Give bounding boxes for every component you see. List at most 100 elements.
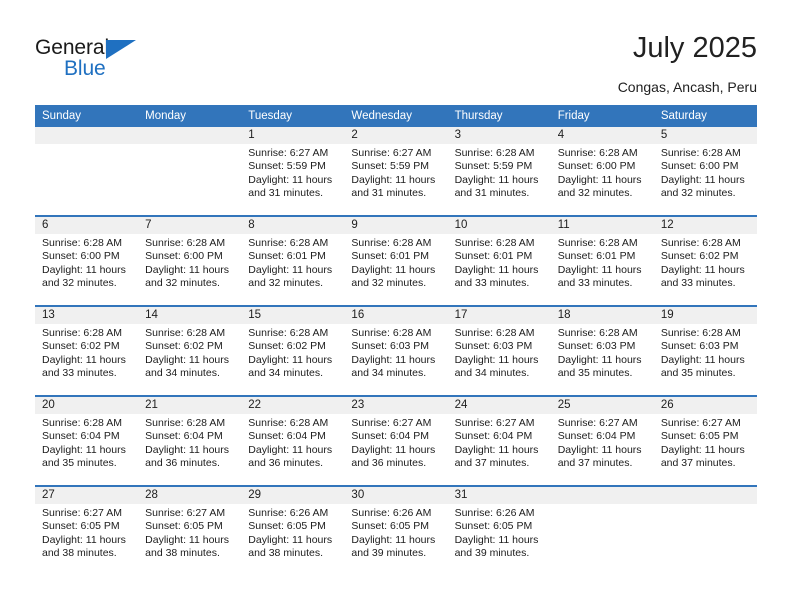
day-detail-line: Sunrise: 6:27 AM xyxy=(454,417,535,429)
calendar-week-row: 20 Sunrise: 6:28 AM Sunset: 6:04 PM Dayligh… xyxy=(35,395,757,486)
day-detail-line: Daylight: 11 hours xyxy=(660,353,745,366)
calendar-day-cell[interactable]: 25 Sunrise: 6:27 AM Sunset: 6:04 PM Dayligh… xyxy=(550,395,654,486)
day-details: Sunrise: 6:26 AM Sunset: 6:05 PM Daylight:… xyxy=(448,504,551,560)
calendar-day-cell[interactable]: 29 Sunrise: 6:26 AM Sunset: 6:05 PM Dayligh… xyxy=(241,485,345,575)
day-detail-line: Sunset: 6:03 PM xyxy=(660,340,739,353)
day-detail-line: and 32 minutes. xyxy=(145,276,220,289)
day-number: 25 xyxy=(550,397,654,414)
calendar-day-cell[interactable]: 12 Sunrise: 6:28 AM Sunset: 6:02 PM Dayligh… xyxy=(653,215,757,306)
day-details: Sunrise: 6:27 AM Sunset: 5:59 PM Daylight:… xyxy=(344,144,447,200)
day-detail-line: Sunrise: 6:27 AM xyxy=(660,417,741,429)
day-detail-line: and 36 minutes. xyxy=(351,456,427,469)
day-details: Sunrise: 6:27 AM Sunset: 6:04 PM Daylight:… xyxy=(448,414,551,470)
day-detail-line: and 33 minutes. xyxy=(42,366,117,379)
day-details: Sunrise: 6:27 AM Sunset: 6:04 PM Daylight:… xyxy=(551,414,654,470)
calendar-day-cell[interactable]: 13 Sunrise: 6:28 AM Sunset: 6:02 PM Dayligh… xyxy=(35,305,139,396)
day-number: 8 xyxy=(241,217,345,234)
day-detail-line: Daylight: 11 hours xyxy=(454,173,539,186)
day-detail-line: Daylight: 11 hours xyxy=(557,443,642,456)
day-details: Sunrise: 6:28 AM Sunset: 5:59 PM Daylight:… xyxy=(448,144,551,200)
day-detail-line: and 33 minutes. xyxy=(660,276,736,289)
calendar-day-cell[interactable]: 26 Sunrise: 6:27 AM Sunset: 6:05 PM Dayligh… xyxy=(653,395,757,486)
calendar-day-cell[interactable]: 19 Sunrise: 6:28 AM Sunset: 6:03 PM Dayligh… xyxy=(653,305,757,396)
day-detail-line: and 33 minutes. xyxy=(557,276,633,289)
day-detail-line: Sunrise: 6:28 AM xyxy=(351,327,432,339)
day-detail-line: Sunset: 5:59 PM xyxy=(248,160,326,173)
day-detail-line: Sunset: 6:02 PM xyxy=(145,340,223,353)
day-detail-line: Sunset: 6:04 PM xyxy=(557,430,636,443)
calendar-day-cell[interactable]: 9 Sunrise: 6:28 AM Sunset: 6:01 PM Daylight… xyxy=(344,215,448,306)
day-detail-line: Sunset: 6:04 PM xyxy=(454,430,533,443)
calendar-day-cell[interactable]: 2 Sunrise: 6:27 AM Sunset: 5:59 PM Daylight… xyxy=(344,127,448,216)
day-number: 28 xyxy=(138,487,242,504)
calendar-day-cell[interactable]: 22 Sunrise: 6:28 AM Sunset: 6:04 PM Dayligh… xyxy=(241,395,345,486)
calendar-table: Sunday Monday Tuesday Wednesday Thursday Frid… xyxy=(35,105,757,575)
calendar-day-cell[interactable]: 7 Sunrise: 6:28 AM Sunset: 6:00 PM Daylight… xyxy=(138,215,242,306)
day-detail-line: Sunrise: 6:28 AM xyxy=(248,417,329,429)
day-detail-line: Daylight: 11 hours xyxy=(248,263,333,276)
calendar-day-cell[interactable]: 27 Sunrise: 6:27 AM Sunset: 6:05 PM Dayligh… xyxy=(35,485,139,575)
day-number: 26 xyxy=(653,397,757,414)
calendar-day-cell[interactable]: 14 Sunrise: 6:28 AM Sunset: 6:02 PM Dayligh… xyxy=(138,305,242,396)
calendar-day-cell[interactable]: 11 Sunrise: 6:28 AM Sunset: 6:01 PM Dayligh… xyxy=(550,215,654,306)
page-subtitle-location: Congas, Ancash, Peru xyxy=(617,79,757,95)
calendar-day-cell[interactable]: 10 Sunrise: 6:28 AM Sunset: 6:01 PM Dayligh… xyxy=(447,215,551,306)
day-detail-line: and 32 minutes. xyxy=(660,186,736,199)
calendar-day-cell[interactable]: 23 Sunrise: 6:27 AM Sunset: 6:04 PM Dayligh… xyxy=(344,395,448,486)
day-detail-line: Sunrise: 6:28 AM xyxy=(557,147,638,159)
calendar-week-row: 27 Sunrise: 6:27 AM Sunset: 6:05 PM Dayligh… xyxy=(35,485,757,575)
day-number xyxy=(550,487,654,504)
day-details xyxy=(551,504,654,507)
calendar-day-cell[interactable]: 20 Sunrise: 6:28 AM Sunset: 6:04 PM Dayligh… xyxy=(35,395,139,486)
calendar-day-cell[interactable]: 8 Sunrise: 6:28 AM Sunset: 6:01 PM Daylight… xyxy=(241,215,345,306)
weekday-header-thursday: Thursday xyxy=(447,105,551,127)
day-detail-line: Sunset: 6:04 PM xyxy=(351,430,430,443)
day-detail-line: Sunset: 6:03 PM xyxy=(351,340,430,353)
calendar-day-cell[interactable]: 18 Sunrise: 6:28 AM Sunset: 6:03 PM Dayligh… xyxy=(550,305,654,396)
day-number: 12 xyxy=(653,217,757,234)
day-detail-line: Daylight: 11 hours xyxy=(42,443,126,456)
day-details: Sunrise: 6:27 AM Sunset: 6:05 PM Daylight:… xyxy=(138,504,241,560)
day-detail-line: Sunset: 6:04 PM xyxy=(42,430,120,443)
calendar-day-cell[interactable]: 5 Sunrise: 6:28 AM Sunset: 6:00 PM Daylight… xyxy=(653,127,757,216)
day-number: 11 xyxy=(550,217,654,234)
calendar-day-cell[interactable]: 30 Sunrise: 6:26 AM Sunset: 6:05 PM Dayligh… xyxy=(344,485,448,575)
day-details xyxy=(35,144,138,147)
calendar-day-cell[interactable]: 16 Sunrise: 6:28 AM Sunset: 6:03 PM Dayligh… xyxy=(344,305,448,396)
calendar-day-cell[interactable]: 28 Sunrise: 6:27 AM Sunset: 6:05 PM Dayligh… xyxy=(138,485,242,575)
day-detail-line: and 38 minutes. xyxy=(145,546,220,559)
calendar-weekday-header: Sunday Monday Tuesday Wednesday Thursday Frid… xyxy=(35,105,757,127)
calendar-day-cell[interactable]: 24 Sunrise: 6:27 AM Sunset: 6:04 PM Dayligh… xyxy=(447,395,551,486)
calendar-day-cell[interactable]: 6 Sunrise: 6:28 AM Sunset: 6:00 PM Daylight… xyxy=(35,215,139,306)
day-detail-line: and 35 minutes. xyxy=(42,456,117,469)
weekday-header-row: Sunday Monday Tuesday Wednesday Thursday Frid… xyxy=(35,105,757,127)
day-number: 1 xyxy=(241,127,345,144)
calendar-day-cell[interactable]: 31 Sunrise: 6:26 AM Sunset: 6:05 PM Dayligh… xyxy=(447,485,551,575)
calendar-day-cell[interactable]: 1 Sunrise: 6:27 AM Sunset: 5:59 PM Daylight… xyxy=(241,127,345,216)
day-number: 14 xyxy=(138,307,242,324)
day-detail-line: Sunrise: 6:27 AM xyxy=(351,417,432,429)
day-detail-line: and 33 minutes. xyxy=(454,276,530,289)
calendar-day-cell[interactable]: 15 Sunrise: 6:28 AM Sunset: 6:02 PM Dayligh… xyxy=(241,305,345,396)
calendar-day-cell[interactable]: 17 Sunrise: 6:28 AM Sunset: 6:03 PM Dayligh… xyxy=(447,305,551,396)
calendar-day-cell[interactable]: 3 Sunrise: 6:28 AM Sunset: 5:59 PM Daylight… xyxy=(447,127,551,216)
general-blue-logo: General Blue xyxy=(35,36,165,84)
day-detail-line: and 36 minutes. xyxy=(145,456,220,469)
calendar-week-row: 1 Sunrise: 6:27 AM Sunset: 5:59 PM Daylight… xyxy=(35,127,757,216)
day-details: Sunrise: 6:28 AM Sunset: 6:03 PM Daylight:… xyxy=(448,324,551,380)
day-detail-line: Sunrise: 6:28 AM xyxy=(248,327,329,339)
calendar-day-cell[interactable]: 4 Sunrise: 6:28 AM Sunset: 6:00 PM Daylight… xyxy=(550,127,654,216)
day-detail-line: Daylight: 11 hours xyxy=(145,443,229,456)
day-detail-line: Daylight: 11 hours xyxy=(248,353,333,366)
day-detail-line: Sunrise: 6:26 AM xyxy=(454,507,535,519)
day-details: Sunrise: 6:28 AM Sunset: 6:02 PM Daylight:… xyxy=(138,324,241,380)
calendar-day-cell[interactable]: 21 Sunrise: 6:28 AM Sunset: 6:04 PM Dayligh… xyxy=(138,395,242,486)
day-number: 18 xyxy=(550,307,654,324)
day-detail-line: Sunrise: 6:28 AM xyxy=(557,237,638,249)
day-detail-line: Daylight: 11 hours xyxy=(42,263,126,276)
day-detail-line: Sunset: 6:00 PM xyxy=(660,160,739,173)
day-number xyxy=(35,127,139,144)
day-detail-line: Sunrise: 6:28 AM xyxy=(660,237,741,249)
page-header: General Blue July 2025 Congas, Ancash, P… xyxy=(0,0,792,100)
day-detail-line: Daylight: 11 hours xyxy=(454,533,539,546)
